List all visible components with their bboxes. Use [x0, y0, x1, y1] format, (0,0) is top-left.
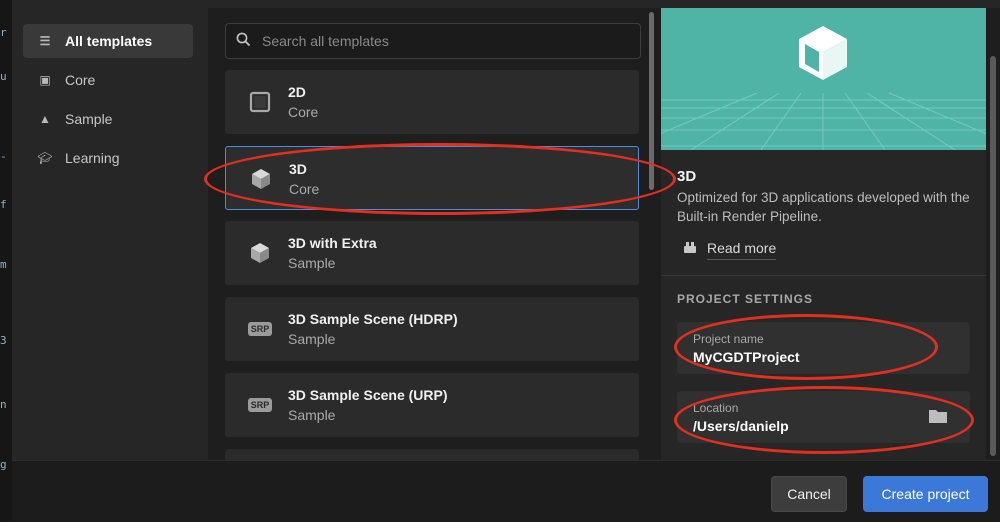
sidebar-item-all-templates[interactable]: ☰ All templates: [23, 24, 193, 58]
location-value[interactable]: /Users/danielp: [693, 418, 789, 434]
sidebar-item-label: All templates: [65, 33, 153, 49]
cube-icon: [248, 167, 274, 191]
cube-icon: [247, 241, 273, 265]
list-icon: ☰: [39, 34, 51, 48]
template-name: 2D: [288, 84, 306, 100]
template-category: Sample: [288, 407, 336, 423]
dialog-footer: Cancel Create project: [12, 460, 1000, 522]
scrollbar-thumb[interactable]: [990, 56, 996, 456]
dialog-top-edge: [12, 0, 1000, 8]
template-list-scrollbar[interactable]: [648, 8, 656, 460]
sidebar-item-label: Sample: [65, 111, 113, 127]
srp-icon: SRP: [247, 317, 273, 341]
sidebar-item-label: Learning: [65, 150, 120, 166]
read-more-label: Read more: [707, 240, 777, 260]
template-card-3d-sample-hdrp[interactable]: SRP 3D Sample Scene (HDRP) Sample: [225, 297, 639, 361]
section-divider: [661, 275, 986, 276]
sidebar-item-label: Core: [65, 72, 96, 88]
template-list-panel: 2D Core 3D Core 3D with Extra Sample SRP…: [208, 8, 660, 460]
project-name-label: Project name: [693, 332, 764, 346]
location-label: Location: [693, 401, 739, 415]
search-input[interactable]: [260, 32, 624, 50]
square-icon: [247, 90, 273, 114]
cancel-button[interactable]: Cancel: [771, 476, 847, 512]
template-detail-panel: 3D Optimized for 3D applications develop…: [661, 8, 986, 460]
template-name: 3D Sample Scene (HDRP): [288, 311, 458, 327]
template-preview-image: [661, 8, 986, 150]
template-description: Optimized for 3D applications developed …: [677, 190, 970, 224]
sidebar-item-learning[interactable]: 🎓︎ Learning: [23, 141, 193, 175]
template-card-2d[interactable]: 2D Core: [225, 70, 639, 134]
create-project-button[interactable]: Create project: [863, 476, 988, 512]
template-category: Core: [289, 181, 320, 197]
srp-badge: SRP: [247, 322, 273, 336]
search-box[interactable]: [225, 23, 641, 59]
template-category: Sample: [288, 331, 336, 347]
location-field[interactable]: Location /Users/danielp: [677, 391, 970, 443]
srp-icon: SRP: [247, 393, 273, 417]
background-editor-strip: r u - f m 3 n g: [0, 0, 12, 521]
template-category: Core: [288, 104, 319, 120]
sample-icon: ▲: [39, 112, 51, 126]
core-icon: ▣: [39, 73, 51, 87]
project-name-value[interactable]: MyCGDTProject: [693, 349, 800, 365]
graduation-cap-icon: 🎓︎: [37, 151, 53, 165]
docs-icon: [683, 241, 697, 259]
template-card-partial[interactable]: [225, 449, 639, 460]
folder-icon[interactable]: [928, 408, 948, 429]
sidebar-item-sample[interactable]: ▲ Sample: [23, 102, 193, 136]
project-name-field[interactable]: Project name MyCGDTProject: [677, 322, 970, 374]
scrollbar-thumb[interactable]: [649, 12, 654, 190]
read-more-link[interactable]: Read more: [683, 240, 777, 260]
template-category: Sample: [288, 255, 336, 271]
srp-badge: SRP: [247, 398, 273, 412]
cube-icon: [799, 26, 847, 80]
sidebar-item-core[interactable]: ▣ Core: [23, 63, 193, 97]
template-name: 3D Sample Scene (URP): [288, 387, 448, 403]
template-name: 3D with Extra: [288, 235, 377, 251]
detail-panel-scrollbar[interactable]: [988, 8, 998, 460]
search-icon: [236, 32, 252, 50]
project-settings-heading: PROJECT SETTINGS: [677, 292, 814, 306]
template-category-sidebar: ☰ All templates ▣ Core ▲ Sample 🎓︎ Learn…: [12, 8, 208, 460]
template-name: 3D: [289, 161, 307, 177]
template-card-3d-sample-urp[interactable]: SRP 3D Sample Scene (URP) Sample: [225, 373, 639, 437]
template-title: 3D: [677, 168, 697, 185]
template-card-3d-with-extra[interactable]: 3D with Extra Sample: [225, 221, 639, 285]
template-card-3d[interactable]: 3D Core: [225, 146, 639, 210]
